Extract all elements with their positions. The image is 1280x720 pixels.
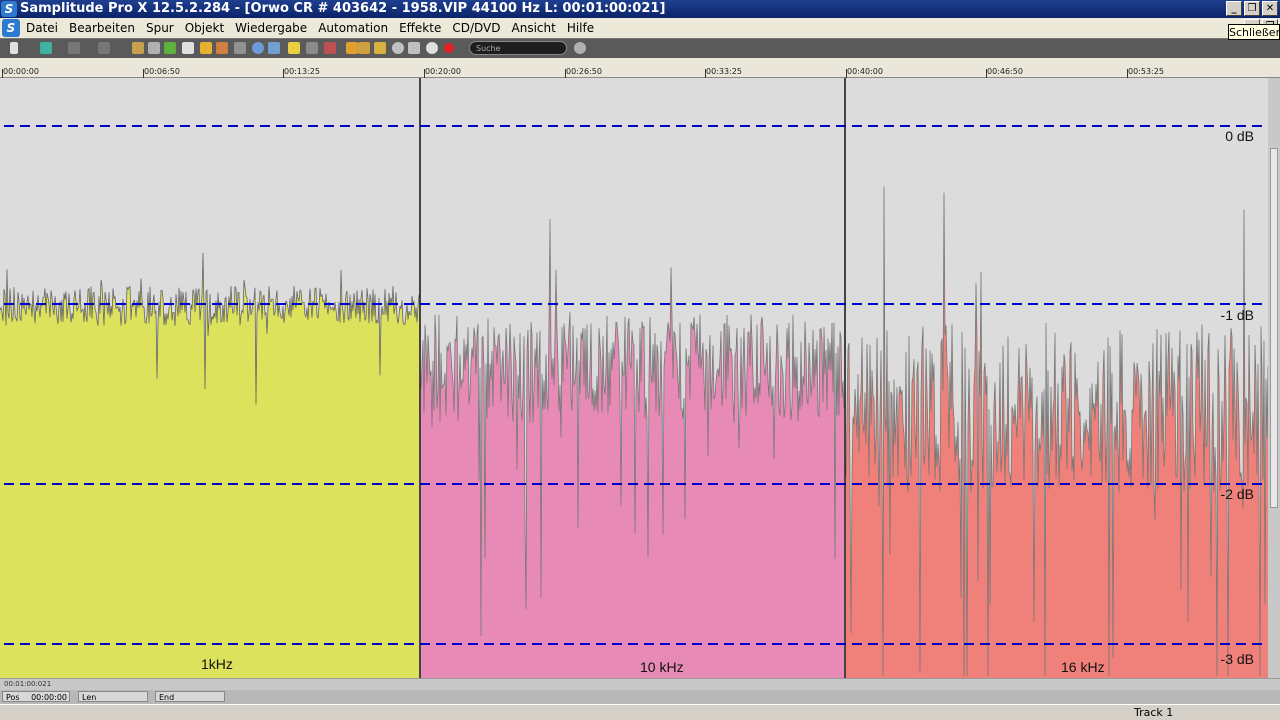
menu-ansicht[interactable]: Ansicht (512, 18, 556, 38)
marker-tool-icon[interactable] (324, 42, 336, 54)
length-field[interactable]: Len (78, 691, 148, 702)
select-tool-icon[interactable] (182, 42, 194, 54)
record-icon[interactable] (444, 43, 454, 53)
status-bar: Pos 00:00:00 Len End (0, 690, 1280, 704)
menu-objekt[interactable]: Objekt (185, 18, 224, 38)
window-title-bar: S Samplitude Pro X 12.5.2.284 - [Orwo CR… (0, 0, 1280, 18)
menu-datei[interactable]: Datei (26, 18, 58, 38)
menu-cd-dvd[interactable]: CD/DVD (452, 18, 500, 38)
menu-hilfe[interactable]: Hilfe (567, 18, 594, 38)
loop-tool-icon[interactable] (374, 42, 386, 54)
curve-tool-icon[interactable] (268, 42, 280, 54)
section-label-1khz: 1kHz (201, 656, 233, 672)
db-label-2: -2 dB (1220, 486, 1254, 502)
len-label: Len (82, 693, 97, 702)
monitor-icon[interactable] (392, 42, 404, 54)
ruler-label: 00:26:50 (566, 67, 602, 76)
position-field[interactable]: Pos 00:00:00 (2, 691, 70, 702)
scroll-position-text: 00:01:00:021 (4, 680, 52, 688)
pos-value: 00:00:00 (31, 693, 67, 702)
toolbar: Suche (0, 38, 1280, 58)
ruler-label: 00:13:25 (284, 67, 320, 76)
waveform-display[interactable] (0, 78, 1268, 678)
fade-tool-icon[interactable] (358, 42, 370, 54)
ruler-label: 00:40:00 (847, 67, 883, 76)
menu-automation[interactable]: Automation (318, 18, 388, 38)
ruler-label: 00:46:50 (987, 67, 1023, 76)
settings-gear-icon[interactable] (426, 42, 438, 54)
cut-tool-icon[interactable] (216, 42, 228, 54)
window-title: Samplitude Pro X 12.5.2.284 - [Orwo CR #… (20, 1, 666, 16)
ruler-label: 00:20:00 (425, 67, 461, 76)
eraser-tool-icon[interactable] (306, 42, 318, 54)
section-label-16khz: 16 kHz (1061, 659, 1105, 675)
db-label-0: 0 dB (1225, 128, 1254, 144)
ruler-label: 00:33:25 (706, 67, 742, 76)
list-tool-icon[interactable] (132, 42, 144, 54)
zoom-tool-icon[interactable] (252, 42, 264, 54)
bottom-bar: Track 1 (0, 704, 1280, 720)
pointer-tool-icon[interactable] (10, 42, 18, 54)
window-minimize-button[interactable]: _ (1226, 1, 1242, 16)
menu-bar: S Datei Bearbeiten Spur Objekt Wiedergab… (0, 18, 1280, 38)
pos-label: Pos (6, 693, 20, 702)
window-close-button[interactable]: ✕ (1262, 1, 1278, 16)
app-logo-icon: S (1, 1, 17, 17)
undo-icon[interactable] (68, 42, 80, 54)
end-field[interactable]: End (155, 691, 225, 702)
speaker-icon[interactable] (408, 42, 420, 54)
search-icon[interactable] (574, 42, 586, 54)
ruler-label: 00:53:25 (1128, 67, 1164, 76)
vertical-scroll-thumb[interactable] (1270, 148, 1278, 508)
end-label: End (159, 693, 175, 702)
tracks-tool-icon[interactable] (164, 42, 176, 54)
close-tooltip: Schließen (1228, 24, 1280, 40)
section-label-10khz: 10 kHz (640, 659, 684, 675)
time-ruler[interactable]: 00:00:00 00:06:50 00:13:25 00:20:00 00:2… (0, 58, 1280, 78)
grid-tool-icon[interactable] (148, 42, 160, 54)
menu-effekte[interactable]: Effekte (399, 18, 441, 38)
db-label-3: -3 dB (1220, 651, 1254, 667)
menu-wiedergabe[interactable]: Wiedergabe (235, 18, 307, 38)
waveform-editor[interactable]: 0 dB -1 dB -2 dB -3 dB 1kHz 10 kHz 16 kH… (0, 78, 1268, 678)
redo-icon[interactable] (98, 42, 110, 54)
range-tool-icon[interactable] (200, 42, 212, 54)
horizontal-scrollbar[interactable]: 00:01:00:021 (0, 678, 1280, 690)
level-tool-icon[interactable] (346, 42, 358, 54)
ruler-label: 00:06:50 (144, 67, 180, 76)
menu-spur[interactable]: Spur (146, 18, 174, 38)
vertical-scrollbar[interactable] (1268, 78, 1280, 678)
ruler-label: 00:00:00 (3, 67, 39, 76)
window-restore-button[interactable]: ❐ (1244, 1, 1260, 16)
pencil-tool-icon[interactable] (288, 42, 300, 54)
scrub-tool-icon[interactable] (234, 42, 246, 54)
track-label: Track 1 (1134, 706, 1174, 719)
db-label-1: -1 dB (1220, 307, 1254, 323)
crossfade-tool-icon[interactable] (40, 42, 52, 54)
menu-bearbeiten[interactable]: Bearbeiten (69, 18, 135, 38)
search-input[interactable]: Suche (469, 41, 567, 55)
document-logo-icon[interactable]: S (2, 19, 20, 37)
